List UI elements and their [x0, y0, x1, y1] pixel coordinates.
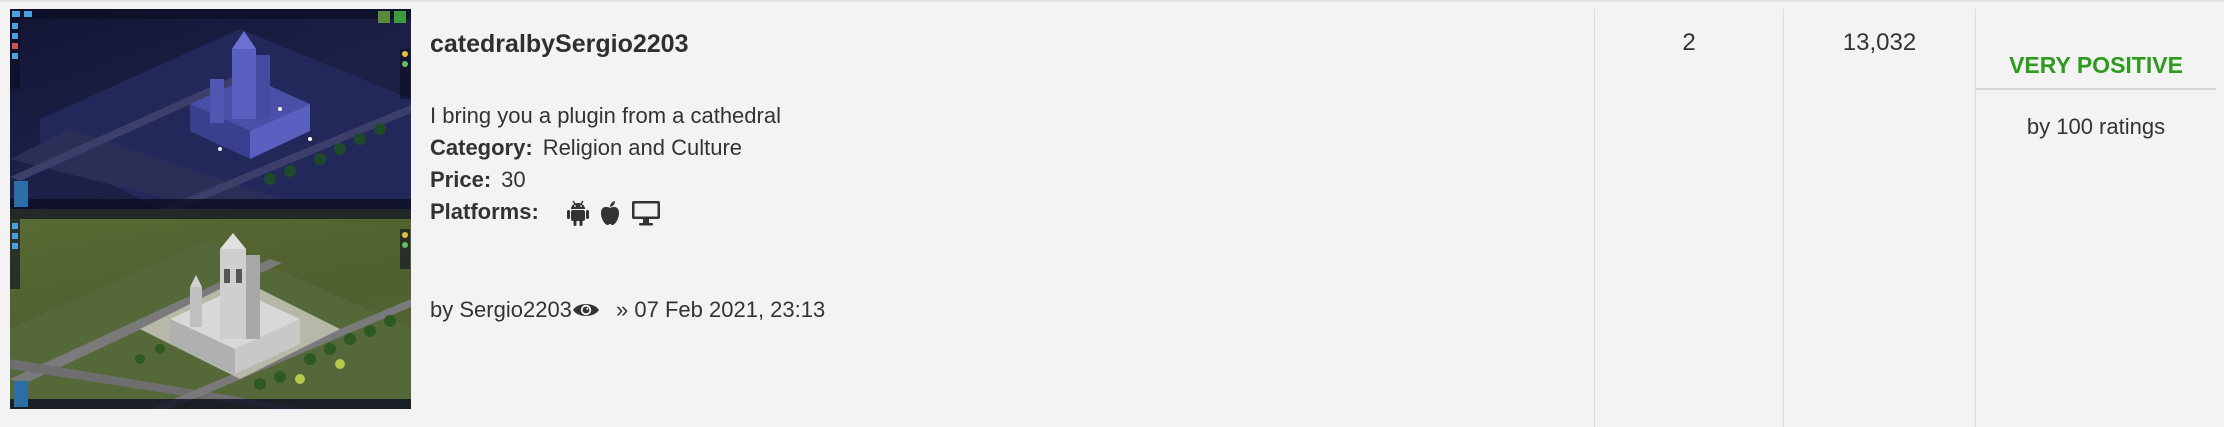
platforms-label: Platforms: [430, 199, 539, 224]
category-value: Religion and Culture [542, 135, 743, 160]
price-line: Price: 30 [430, 164, 1580, 196]
category-label: Category: [430, 135, 533, 160]
by-prefix: by [430, 297, 454, 322]
rating-box: VERY POSITIVE by 100 ratings [1976, 42, 2216, 140]
android-icon [566, 200, 589, 227]
night-view-image [10, 9, 411, 209]
platforms-line: Platforms: [430, 196, 1580, 228]
views-count: 13,032 [1842, 29, 1917, 56]
byline: by Sergio2203 » 07 Feb 2021, 23:13 [430, 294, 1580, 326]
column-divider [1594, 9, 1595, 427]
plugin-listing-row: catedralbySergio2203 I bring you a plugi… [0, 0, 2224, 427]
listing-info: catedralbySergio2203 I bring you a plugi… [430, 24, 1580, 326]
desktop-icon [631, 201, 660, 226]
author-link[interactable]: Sergio2203 [459, 297, 572, 322]
eye-icon[interactable] [572, 300, 600, 320]
replies-count: 2 [1682, 29, 1696, 56]
platform-icons [566, 200, 661, 227]
apple-icon [600, 201, 619, 226]
day-view-image [10, 209, 411, 409]
post-date: » 07 Feb 2021, 23:13 [616, 297, 826, 322]
category-line: Category: Religion and Culture [430, 132, 1580, 164]
rating-count: by 100 ratings [2026, 114, 2166, 139]
rating-label: VERY POSITIVE [1976, 42, 2216, 90]
price-label: Price: [430, 167, 492, 192]
cathedral-screenshot-thumbnail[interactable] [10, 9, 411, 409]
column-divider [1783, 9, 1784, 427]
plugin-title-link[interactable]: catedralbySergio2203 [430, 24, 1580, 64]
price-value: 30 [501, 167, 526, 192]
plugin-description: I bring you a plugin from a cathedral [430, 103, 781, 128]
